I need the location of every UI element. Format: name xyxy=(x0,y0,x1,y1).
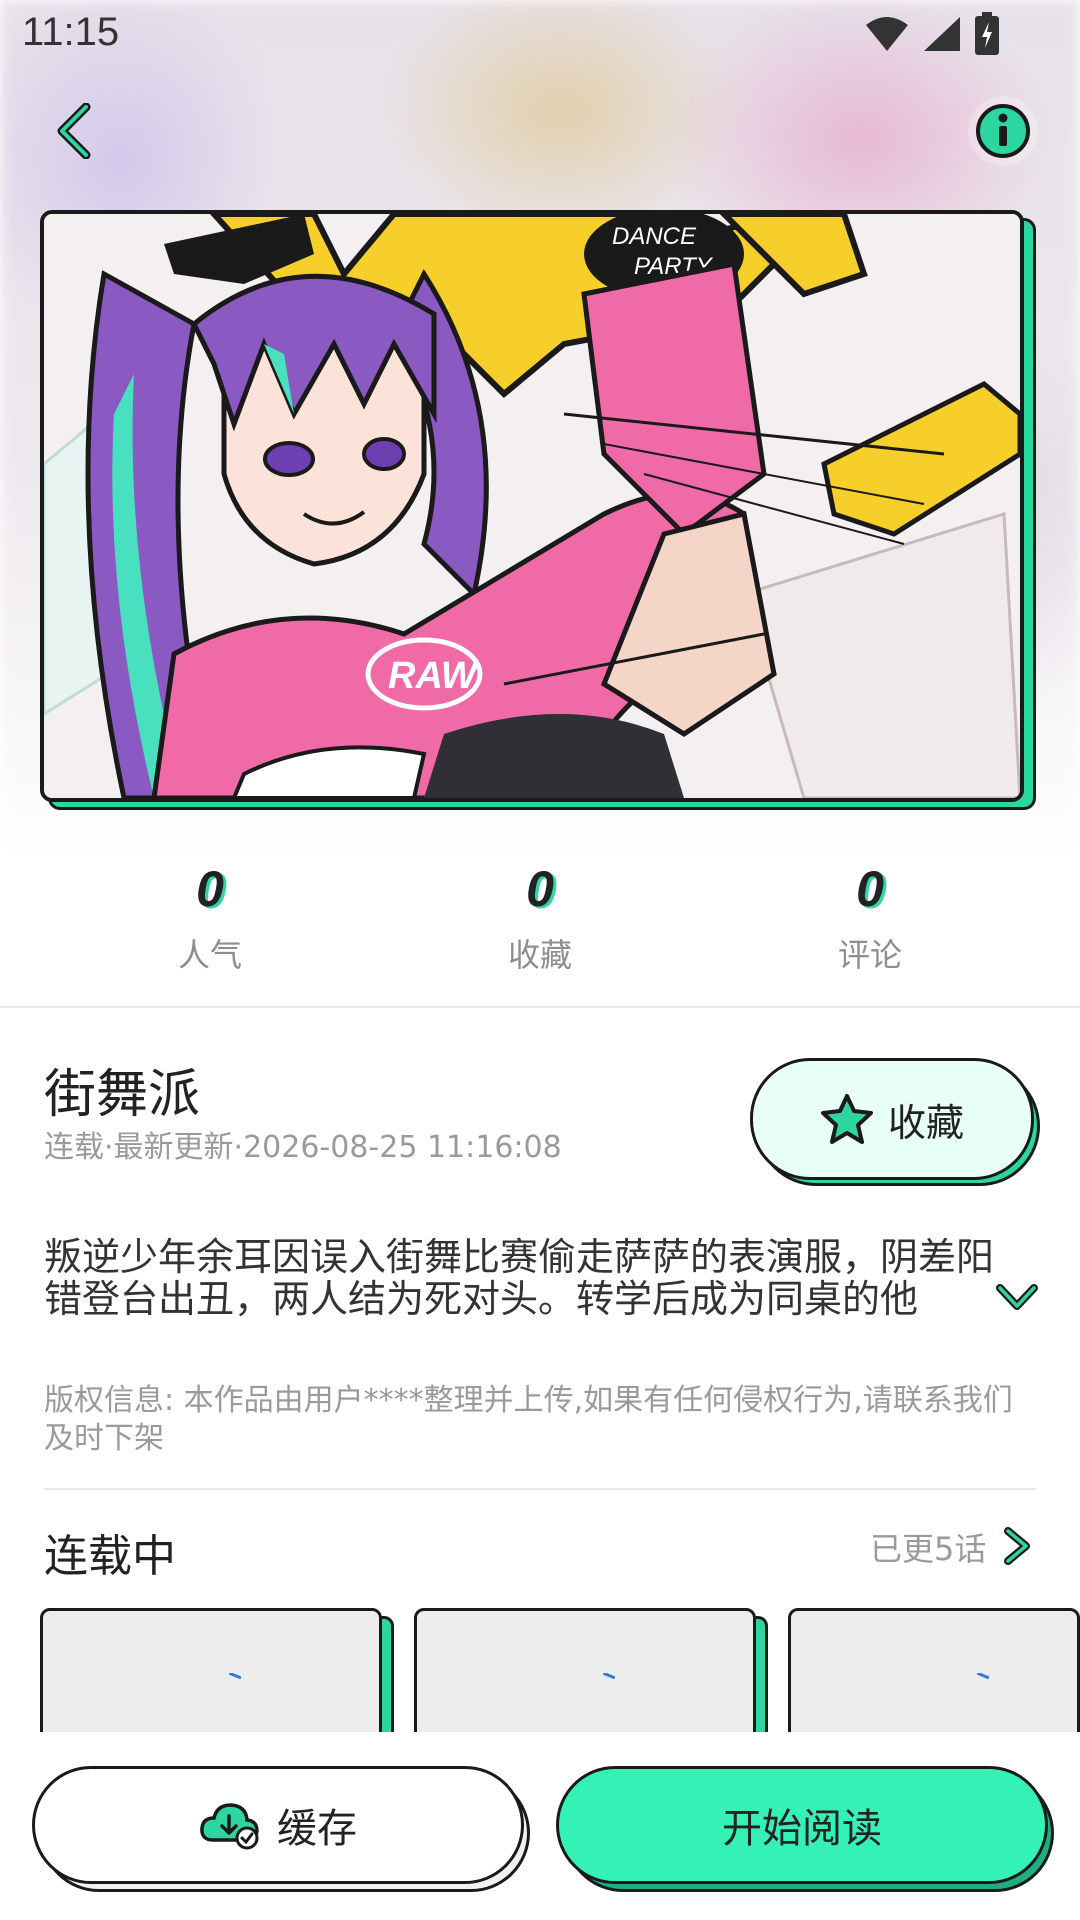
back-button[interactable] xyxy=(44,96,104,166)
chapters-count[interactable]: 已更5话 xyxy=(870,1524,986,1570)
start-reading-label: 开始阅读 xyxy=(722,1806,882,1852)
signal-icon xyxy=(924,17,960,51)
section-divider xyxy=(44,1488,1036,1490)
back-arrow-icon xyxy=(57,103,91,159)
stat-comments-label: 评论 xyxy=(837,936,902,974)
wifi-icon xyxy=(866,17,908,51)
cache-button[interactable]: 缓存 xyxy=(32,1766,524,1884)
stat-comments[interactable]: 0 评论 xyxy=(770,860,970,976)
battery-icon xyxy=(975,12,999,55)
comic-description: 叛逆少年余耳因误入街舞比赛偷走萨萨的表演服，阴差阳错登台出丑，两人结为死对头。转… xyxy=(44,1236,994,1320)
stats-row: 0 人气 0 收藏 0 评论 xyxy=(0,860,1080,1010)
status-time: 11:15 xyxy=(22,10,120,54)
expand-description-button[interactable] xyxy=(994,1280,1040,1314)
status-bar: 11:15 xyxy=(0,0,1080,72)
cache-button-label: 缓存 xyxy=(277,1806,357,1852)
chapters-more-button[interactable] xyxy=(1000,1526,1034,1566)
star-icon xyxy=(820,1094,873,1144)
info-icon xyxy=(976,104,1030,158)
stats-divider xyxy=(0,1006,1080,1008)
cover-badge-line1: DANCE xyxy=(612,223,697,250)
cover-logo-text: RAW xyxy=(388,655,480,697)
stat-favorites-value: 0 xyxy=(526,861,554,917)
chevron-right-icon xyxy=(1004,1527,1030,1565)
copyright-notice: 版权信息: 本作品由用户****整理并上传,如果有任何侵权行为,请联系我们及时下… xyxy=(44,1383,1013,1456)
start-reading-button[interactable]: 开始阅读 xyxy=(556,1766,1048,1884)
cloud-download-icon xyxy=(200,1803,259,1850)
cover-illustration: DANCE PARTY RAW xyxy=(44,214,1020,798)
loading-spinner-icon xyxy=(977,1673,989,1679)
stat-comments-value: 0 xyxy=(856,861,884,917)
stat-favorites-label: 收藏 xyxy=(507,936,572,974)
favorite-button[interactable]: 收藏 xyxy=(750,1058,1034,1180)
loading-spinner-icon xyxy=(603,1673,615,1679)
stat-popularity-value: 0 xyxy=(196,861,224,917)
comic-title: 街舞派 xyxy=(44,1065,201,1125)
comic-meta: 连载·最新更新·2026-08-25 11:16:08 xyxy=(44,1130,562,1165)
status-icons xyxy=(864,12,1000,55)
stat-favorites: 0 收藏 xyxy=(440,860,640,976)
chapters-title: 连载中 xyxy=(44,1531,176,1582)
info-button[interactable] xyxy=(968,96,1038,166)
stat-popularity: 0 人气 xyxy=(110,860,310,976)
loading-spinner-icon xyxy=(229,1673,241,1679)
cover-image[interactable]: DANCE PARTY RAW xyxy=(40,210,1024,802)
favorite-button-label: 收藏 xyxy=(887,1100,964,1145)
stat-popularity-label: 人气 xyxy=(177,936,242,974)
chevron-down-icon xyxy=(996,1284,1038,1310)
